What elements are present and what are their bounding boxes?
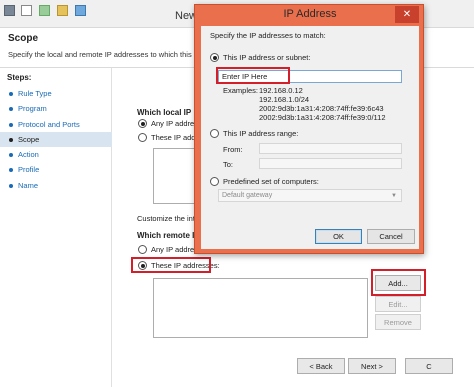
step-program[interactable]: Program [0, 101, 112, 116]
dialog-body: Specify the IP addresses to match: This … [201, 26, 419, 249]
back-button[interactable]: < Back [297, 358, 345, 374]
remote-any-ip-radio[interactable]: Any IP addres [138, 245, 198, 254]
page-description: Specify the local and remote IP addresse… [8, 50, 213, 59]
chevron-down-icon: ▼ [391, 192, 397, 199]
step-profile[interactable]: Profile [0, 162, 112, 177]
remote-ip-label: Which remote I [137, 231, 195, 240]
radio-indicator[interactable] [210, 53, 219, 62]
remove-button[interactable]: Remove [375, 314, 421, 330]
folder-icon[interactable] [57, 5, 68, 16]
local-any-ip-radio[interactable]: Any IP addres [138, 119, 198, 128]
radio-indicator[interactable] [210, 177, 219, 186]
step-scope[interactable]: Scope [0, 131, 112, 148]
radio-indicator[interactable] [138, 119, 147, 128]
ip-address-field[interactable] [218, 70, 402, 83]
steps-label: Steps: [7, 73, 32, 82]
ip-address-dialog: IP Address ✕ Specify the IP addresses to… [194, 4, 424, 254]
range-radio[interactable]: This IP address range: [210, 129, 298, 138]
dialog-prompt: Specify the IP addresses to match: [210, 31, 326, 40]
step-name[interactable]: Name [0, 178, 112, 193]
subnet-radio[interactable]: This IP address or subnet: [210, 53, 310, 62]
predefined-select[interactable]: Default gateway ▼ [218, 189, 402, 202]
document-icon[interactable] [21, 5, 32, 16]
add-button[interactable]: Add... [375, 275, 421, 291]
example-ipv4: 192.168.0.12 [259, 86, 303, 95]
from-label: From: [223, 145, 243, 154]
radio-indicator[interactable] [138, 261, 147, 270]
local-ip-list[interactable] [153, 148, 195, 204]
radio-indicator[interactable] [210, 129, 219, 138]
range-to-field[interactable] [259, 158, 402, 169]
range-radio-label: This IP address range: [223, 129, 299, 138]
checklist-icon[interactable] [39, 5, 50, 16]
local-ip-label: Which local IP [137, 108, 192, 117]
predefined-select-value: Default gateway [222, 192, 273, 199]
edit-button[interactable]: Edit... [375, 296, 421, 312]
to-label: To: [223, 160, 234, 169]
next-button[interactable]: Next > [348, 358, 396, 374]
example-ipv6-subnet: 2002:9d3b:1a31:4:208:74ff:fe39:0/112 [259, 113, 386, 122]
remote-ip-list[interactable] [153, 278, 368, 338]
radio-indicator[interactable] [138, 133, 147, 142]
ok-button[interactable]: OK [315, 229, 362, 244]
remote-these-ip-label: These IP addresses: [151, 261, 220, 270]
steps-panel: Steps: Rule Type Program Protocol and Po… [0, 68, 112, 387]
predefined-radio[interactable]: Predefined set of computers: [210, 177, 319, 186]
customize-text: Customize the inte [137, 214, 200, 223]
steps-list: Rule Type Program Protocol and Ports Sco… [0, 86, 112, 193]
step-protocol-and-ports[interactable]: Protocol and Ports [0, 117, 112, 132]
example-ipv6: 2002:9d3b:1a31:4:208:74ff:fe39:6c43 [259, 104, 384, 113]
close-icon[interactable]: ✕ [395, 6, 419, 23]
examples-label: Examples: [223, 86, 259, 95]
step-rule-type[interactable]: Rule Type [0, 86, 112, 101]
page-heading: Scope [8, 33, 39, 44]
radio-indicator[interactable] [138, 245, 147, 254]
help-icon[interactable] [75, 5, 86, 16]
example-ipv4-subnet: 192.168.1.0/24 [259, 95, 310, 104]
step-action[interactable]: Action [0, 147, 112, 162]
firewall-app-icon [4, 5, 15, 16]
dialog-title: IP Address [283, 8, 337, 20]
dialog-cancel-button[interactable]: Cancel [367, 229, 415, 244]
range-from-field[interactable] [259, 143, 402, 154]
cancel-button[interactable]: C [405, 358, 453, 374]
remote-any-ip-label: Any IP addres [151, 245, 198, 254]
remote-these-ip-radio[interactable]: These IP addresses: [138, 261, 220, 270]
subnet-radio-label: This IP address or subnet: [223, 53, 311, 62]
local-any-ip-label: Any IP addres [151, 119, 198, 128]
predefined-radio-label: Predefined set of computers: [223, 177, 319, 186]
